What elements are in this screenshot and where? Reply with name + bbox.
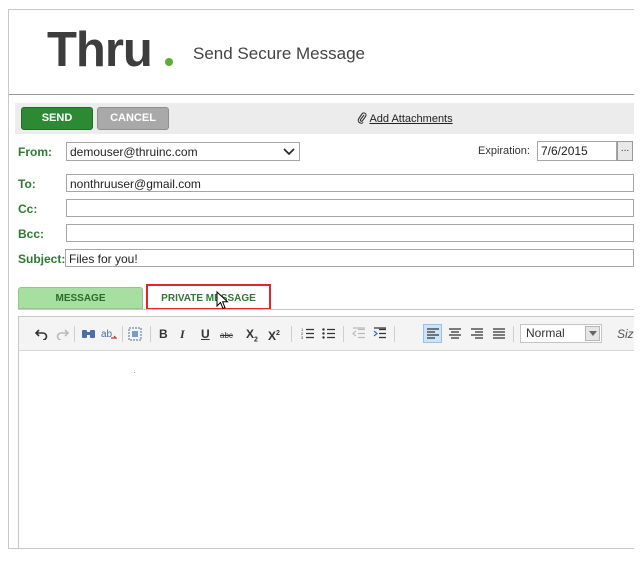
cancel-button[interactable]: CANCEL (97, 107, 169, 130)
tab-private-message[interactable]: PRIVATE MESSAGE (146, 284, 271, 310)
editor-toolbar: ab B I U abc X2 X2 123 Normal Siz (19, 317, 634, 351)
superscript-icon[interactable]: X2 (268, 327, 280, 343)
bcc-field[interactable] (66, 224, 634, 242)
format-value: Normal (526, 326, 565, 340)
message-editor: ab B I U abc X2 X2 123 Normal Siz (18, 316, 634, 548)
subscript-icon[interactable]: X2 (246, 327, 258, 347)
svg-text:ab: ab (101, 329, 113, 340)
tab-message[interactable]: MESSAGE (18, 287, 143, 309)
undo-icon[interactable] (35, 328, 48, 340)
italic-icon[interactable]: I (180, 327, 185, 341)
bold-icon[interactable]: B (159, 327, 168, 341)
text-caret (134, 372, 135, 373)
mouse-pointer-icon (216, 291, 229, 310)
toolbar-separator (394, 326, 395, 342)
page-title: Send Secure Message (193, 44, 365, 63)
align-right-icon[interactable] (471, 328, 483, 340)
tab-divider (18, 309, 634, 310)
strikethrough-icon[interactable]: abc (220, 329, 233, 343)
thru-logo: Thru (47, 23, 153, 77)
replace-icon[interactable]: ab (101, 327, 117, 341)
paperclip-icon (357, 112, 367, 124)
outdent-icon[interactable] (352, 327, 366, 340)
indent-icon[interactable] (373, 327, 387, 340)
numbered-list-icon[interactable]: 123 (301, 327, 315, 340)
add-attachments-label: Add Attachments (369, 113, 453, 125)
calendar-button[interactable]: ... (617, 141, 633, 161)
app-window: Thru Send Secure Message SEND CANCEL Add… (8, 9, 634, 549)
from-label: From: (18, 145, 52, 159)
toolbar-separator (150, 326, 151, 342)
justify-icon[interactable] (493, 328, 505, 340)
from-select[interactable]: demouser@thruinc.com (66, 142, 300, 161)
expiration-input[interactable]: 7/6/2015 (537, 141, 617, 161)
size-select[interactable]: Size (617, 327, 634, 341)
chevron-down-icon (283, 148, 295, 156)
to-field[interactable]: nonthruuser@gmail.com (66, 174, 634, 192)
format-select[interactable]: Normal (520, 324, 602, 343)
svg-text:3: 3 (301, 335, 304, 340)
select-all-icon[interactable] (128, 327, 142, 341)
align-left-icon[interactable] (427, 328, 439, 340)
toolbar-separator (291, 326, 292, 342)
action-toolbar: SEND CANCEL Add Attachments (15, 103, 634, 134)
editor-body[interactable] (19, 351, 634, 548)
toolbar-separator (122, 326, 123, 342)
toolbar-separator (513, 326, 514, 342)
send-button[interactable]: SEND (21, 107, 93, 130)
align-center-icon[interactable] (449, 328, 461, 340)
logo-dot-icon (165, 58, 173, 66)
subject-label: Subject: (18, 252, 66, 266)
header: Thru Send Secure Message (9, 10, 634, 95)
cc-field[interactable] (66, 199, 634, 217)
bulleted-list-icon[interactable] (322, 327, 336, 340)
toolbar-separator (343, 326, 344, 342)
redo-icon[interactable] (56, 328, 69, 340)
toolbar-separator (74, 326, 75, 342)
subject-field[interactable]: Files for you! (65, 249, 634, 267)
to-label: To: (18, 177, 36, 191)
cc-label: Cc: (18, 202, 38, 216)
add-attachments-link[interactable]: Add Attachments (357, 112, 453, 125)
bcc-label: Bcc: (18, 227, 45, 241)
chevron-down-icon (585, 326, 600, 341)
from-value: demouser@thruinc.com (70, 145, 198, 159)
expiration-label: Expiration: (478, 145, 530, 157)
find-icon[interactable] (81, 327, 96, 341)
underline-icon[interactable]: U (201, 327, 210, 341)
